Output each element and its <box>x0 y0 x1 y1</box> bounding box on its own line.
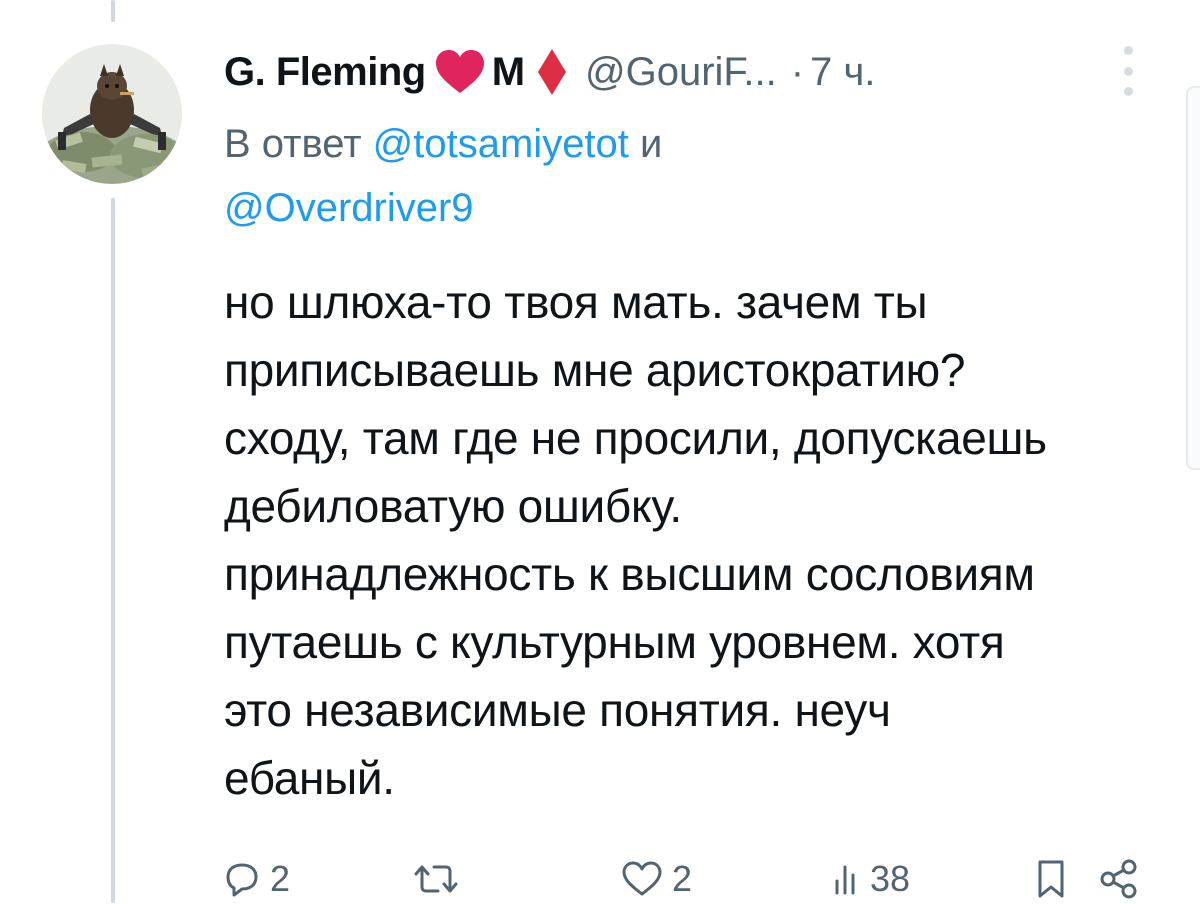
like-button[interactable]: 2 <box>620 854 692 904</box>
share-button[interactable] <box>1098 854 1140 904</box>
reply-context: В ответ @totsamiyetot и @Overdriver9 <box>224 112 1024 240</box>
thread-line-top <box>111 0 115 22</box>
thread-line <box>111 198 115 903</box>
mention-link-1[interactable]: @totsamiyetot <box>373 122 629 166</box>
timestamp[interactable]: 7 ч. <box>810 50 875 95</box>
separator-dot: · <box>790 49 805 94</box>
avatar[interactable] <box>42 44 182 184</box>
views-icon <box>835 865 855 895</box>
bookmark-icon <box>1038 860 1064 898</box>
views-button[interactable]: 38 <box>832 854 910 904</box>
tweet-header: G. Fleming M @GouriF... · 7 ч. <box>224 44 875 100</box>
reply-button[interactable]: 2 <box>222 854 290 904</box>
views-count: 38 <box>870 858 911 899</box>
name-suffix: M <box>491 49 526 94</box>
mention-link-2[interactable]: @Overdriver9 <box>224 186 474 230</box>
bookmark-button[interactable] <box>1034 854 1068 904</box>
display-name[interactable]: G. Fleming <box>224 50 426 95</box>
reply-icon <box>226 863 258 897</box>
scrollbar[interactable] <box>1186 86 1200 470</box>
handle[interactable]: @GouriF... <box>585 50 777 95</box>
heart-icon <box>434 49 486 95</box>
avatar-image <box>42 44 182 184</box>
like-icon <box>622 861 662 896</box>
reply-count: 2 <box>270 858 291 899</box>
more-vertical-icon[interactable] <box>1116 46 1140 96</box>
tweet-text: но шлюха-то твоя мать. зачем ты приписыв… <box>224 276 1047 804</box>
retweet-button[interactable] <box>412 854 468 904</box>
reply-and: и <box>640 122 663 166</box>
retweet-icon <box>414 865 458 893</box>
reply-prefix: В ответ <box>224 122 362 166</box>
diamond-icon <box>537 48 567 96</box>
share-icon <box>1100 859 1137 899</box>
like-count: 2 <box>672 858 693 899</box>
